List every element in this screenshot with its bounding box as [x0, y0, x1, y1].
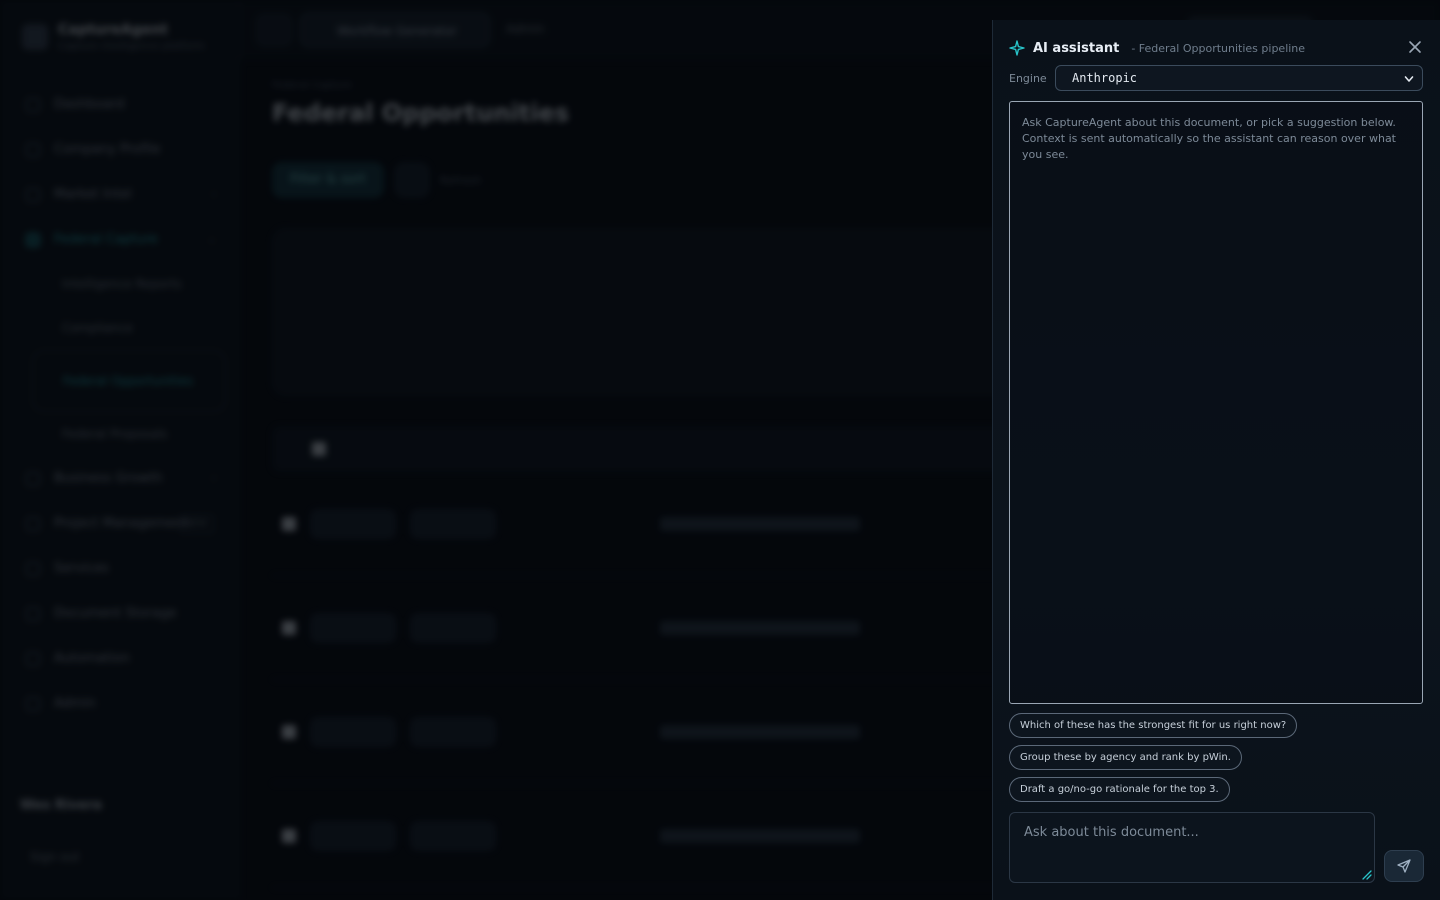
- engine-select-value: Anthropic: [1072, 71, 1138, 85]
- chevron-down-icon: [1404, 76, 1414, 82]
- engine-select[interactable]: Anthropic: [1055, 65, 1423, 91]
- panel-context: - Federal Opportunities pipeline: [1131, 41, 1306, 55]
- suggestion-chip[interactable]: Draft a go/no-go rationale for the top 3…: [1009, 777, 1230, 802]
- panel-title: AI assistant: [1033, 40, 1120, 56]
- sparkle-icon: [1009, 40, 1025, 56]
- send-button[interactable]: [1384, 850, 1424, 882]
- suggestion-list: Which of these has the strongest fit for…: [1009, 713, 1298, 809]
- suggestion-chip[interactable]: Group these by agency and rank by pWin.: [1009, 745, 1242, 770]
- engine-label: Engine: [1009, 71, 1047, 85]
- suggestion-chip[interactable]: Which of these has the strongest fit for…: [1009, 713, 1298, 738]
- conversation-area[interactable]: Ask CaptureAgent about this document, or…: [1009, 101, 1423, 704]
- message-composer: [1009, 812, 1375, 883]
- send-icon: [1397, 859, 1411, 873]
- assistant-intro-text: Ask CaptureAgent about this document, or…: [1022, 116, 1396, 161]
- close-icon[interactable]: [1406, 38, 1424, 56]
- ai-assistant-panel: AI assistant - Federal Opportunities pip…: [992, 20, 1440, 900]
- app-root: CaptureAgent Capture intelligence platfo…: [0, 0, 1440, 900]
- panel-header: AI assistant - Federal Opportunities pip…: [1009, 38, 1424, 58]
- resize-handle-icon[interactable]: [1360, 868, 1372, 880]
- message-input[interactable]: [1024, 825, 1360, 870]
- engine-row: Engine Anthropic: [1009, 65, 1423, 91]
